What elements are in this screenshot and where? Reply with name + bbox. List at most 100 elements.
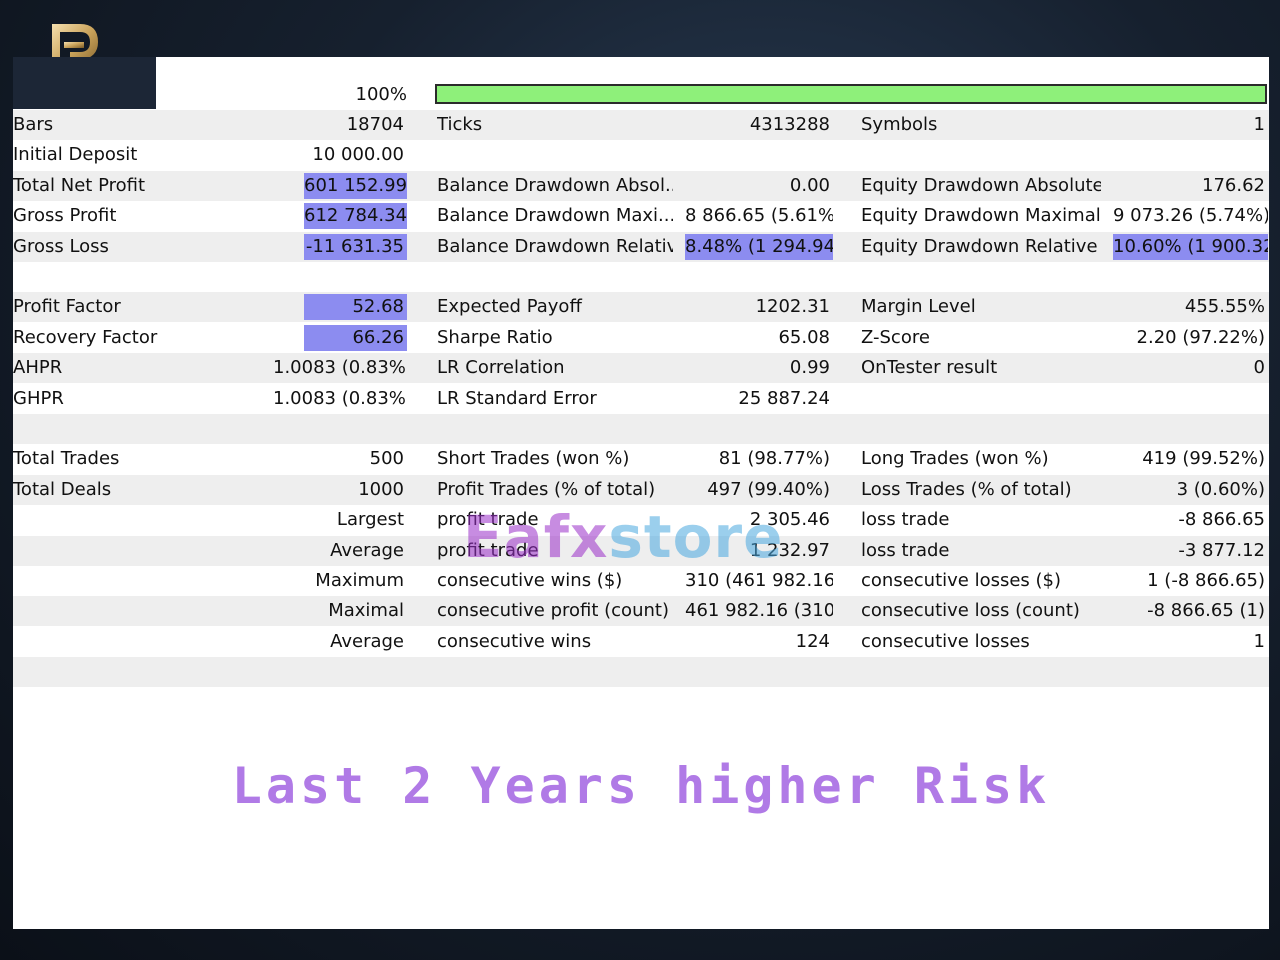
stat-label: LR Correlation (437, 357, 565, 379)
stats-row (13, 262, 1269, 292)
stat-label (437, 659, 673, 685)
stat-value: 310 (461 982.16) (685, 570, 833, 591)
stat-label: Ticks (437, 114, 483, 135)
stat-label: Gross Profit (13, 205, 117, 227)
stats-row (13, 657, 1269, 688)
caption-title: Last 2 Years higher Risk (231, 757, 1051, 815)
stat-label: Profit Trades (% of total) (437, 478, 656, 500)
stat-label: Symbols (861, 114, 938, 135)
stat-value: 2 305.46 (749, 509, 830, 531)
stat-value: -3 877.12 (1178, 539, 1265, 561)
stat-label: loss trade (861, 539, 950, 561)
stat-value: 9 073.26 (5.74%) (1113, 205, 1268, 227)
stat-label (437, 416, 673, 442)
stats-row: Gross Profit 612 784.34 Balance Drawdown M… (13, 201, 1269, 231)
stat-label: Short Trades (won %) (437, 448, 630, 470)
stat-value: 1 232.97 (749, 539, 830, 561)
stat-label: Equity Drawdown Absolute (861, 174, 1101, 196)
stat-value: 601 152.99 (304, 172, 407, 199)
stat-value (1113, 386, 1268, 412)
stat-value: 1 (-8 866.65) (1147, 570, 1265, 591)
stat-value: 461 982.16 (310) (685, 600, 833, 622)
stat-label: consecutive loss (count) (861, 600, 1080, 622)
stat-value: 3 (0.60%) (1176, 478, 1265, 500)
stat-value (304, 264, 407, 290)
stat-label: Total Trades (13, 448, 120, 470)
stat-label: Total Deals (13, 478, 112, 500)
stats-row: Gross Loss -11 631.35 Balance Drawdown Rel… (13, 231, 1269, 262)
stat-value: 1.0083 (0.83%) (273, 357, 407, 379)
stat-label: Balance Drawdown Maxi... (437, 205, 673, 227)
stats-row: Profit Factor 52.68 Expected Payoff 1202.31… (13, 292, 1269, 323)
stat-value: 52.68 (304, 294, 407, 321)
stat-label: Bars (13, 114, 54, 135)
stat-label (861, 416, 1101, 442)
stat-value: 1.0083 (0.83%) (273, 387, 407, 409)
stats-row: Largest profit trade 2 305.46 loss trade -8 … (13, 505, 1269, 535)
stat-value: -11 631.35 (304, 233, 407, 260)
stat-value: 25 887.24 (738, 387, 830, 409)
stats-row: Maximum consecutive wins ($) 310 (461 982.… (13, 566, 1269, 596)
stats-row: GHPR 1.0083 (0.83%) LR Standard Error 25 88… (13, 384, 1269, 414)
stat-label: consecutive losses ($) (861, 570, 1062, 591)
stat-label: Initial Deposit (13, 144, 138, 166)
stat-label (13, 416, 303, 442)
stat-label: Z-Score (861, 326, 930, 348)
stats-row: Total Deals 1000 Profit Trades (% of total… (13, 474, 1269, 505)
stat-value (685, 264, 833, 290)
stat-value: 176.62 (1202, 174, 1265, 196)
stat-value (685, 142, 833, 168)
stats-row: Bars 18704 Ticks 4313288 Symbols 1 (13, 110, 1269, 140)
stat-label (13, 264, 303, 290)
stat-value (685, 659, 833, 685)
stat-value (304, 629, 407, 655)
stat-label: Loss Trades (% of total) (861, 478, 1072, 500)
stat-label (861, 264, 1101, 290)
stats-row: Total Trades 500 Short Trades (won %) 81 (9… (13, 444, 1269, 474)
stat-value: 419 (99.52%) (1142, 448, 1265, 470)
stats-row: Total Net Profit 601 152.99 Balance Drawdo… (13, 170, 1269, 201)
stat-value: 1 (1253, 114, 1265, 135)
stat-label: Balance Drawdown Absol... (437, 174, 673, 196)
stat-label: AHPR (13, 357, 63, 379)
stat-label: LR Standard Error (437, 387, 597, 409)
stat-value: 4313288 (749, 114, 830, 135)
stat-label: profit trade (437, 509, 539, 531)
stat-label: consecutive wins ($) (437, 570, 623, 591)
stat-label: GHPR (13, 387, 64, 409)
stats-row: Initial Deposit 10 000.00 (13, 140, 1269, 170)
stat-value: 18704 (346, 114, 404, 135)
stat-value (685, 416, 833, 442)
stats-row: Maximal consecutive profit (count) 461 982… (13, 596, 1269, 627)
stats-row (13, 414, 1269, 444)
stat-label: loss trade (861, 509, 950, 531)
progress-row: 100% (13, 80, 1269, 110)
stat-label: Recovery Factor (13, 326, 158, 348)
stat-label: Balance Drawdown Relative (437, 235, 673, 257)
stat-label: profit trade (437, 539, 539, 561)
stat-value: 1202.31 (755, 296, 830, 318)
report-panel: 100% Bars 18704 Ticks 4313288 Symbols 1 Initia… (13, 57, 1269, 929)
stat-value (1113, 142, 1268, 168)
stat-label: Total Net Profit (13, 174, 146, 196)
progress-bar (435, 84, 1267, 104)
stat-label: Gross Loss (13, 235, 109, 257)
stat-value: 0.00 (789, 174, 830, 196)
stat-value (304, 659, 407, 685)
stat-value (304, 416, 407, 442)
stat-label (861, 386, 1101, 412)
stat-value (1113, 416, 1268, 442)
stat-value (1113, 264, 1268, 290)
stat-value: -8 866.65 (1178, 509, 1265, 531)
stat-label (861, 142, 1101, 168)
stat-label: consecutive losses (861, 630, 1030, 652)
stats-row: AHPR 1.0083 (0.83%) LR Correlation 0.99 OnTe… (13, 353, 1269, 384)
stats-row: Recovery Factor 66.26 Sharpe Ratio 65.08 Z-S… (13, 323, 1269, 353)
stats-row: Average consecutive wins 124 consecutive lo… (13, 627, 1269, 657)
stat-value: 10 000.00 (312, 144, 404, 166)
stat-value: 81 (98.77%) (718, 448, 830, 470)
stat-value: 65.08 (778, 326, 830, 348)
stat-value: 455.55% (1184, 296, 1265, 318)
stat-value: 10.60% (1 900.32) (1113, 233, 1268, 260)
stat-label: Sharpe Ratio (437, 326, 553, 348)
